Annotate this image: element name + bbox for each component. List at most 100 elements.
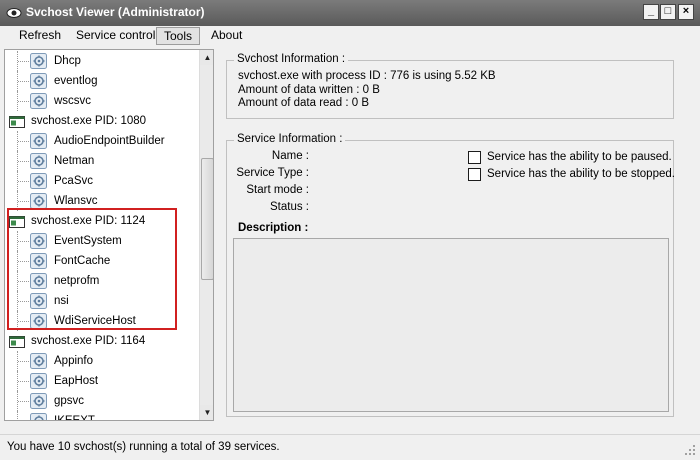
service-info-group: Service Information : Name : Service Typ…	[226, 133, 675, 417]
tree-service-node[interactable]: Appinfo	[5, 351, 199, 371]
tree-service-node[interactable]: Netman	[5, 151, 199, 171]
memory-usage-text: svchost.exe with process ID : 776 is usi…	[238, 70, 496, 82]
tree-connector	[18, 361, 29, 362]
tree-connector	[18, 401, 29, 402]
tree-connector	[17, 411, 18, 420]
description-label: Description :	[238, 222, 309, 234]
tree-host-label: svchost.exe PID: 1164	[31, 335, 146, 347]
svchost-info-group: Svchost Information : svchost.exe with p…	[226, 53, 674, 119]
close-button[interactable]: ×	[678, 4, 694, 20]
tree-connector	[18, 161, 29, 162]
tree-scrollbar[interactable]: ▲ ▼	[199, 50, 213, 420]
tree-service-node[interactable]: EventSystem	[5, 231, 199, 251]
tree-service-node[interactable]: Wlansvc	[5, 191, 199, 211]
service-gear-icon	[30, 293, 47, 309]
tree-items: Dhcp eventlog wscsvc svchost.exe PID: 1080 A…	[5, 50, 199, 420]
resize-grip-icon[interactable]	[684, 444, 696, 456]
tree-connector	[18, 301, 29, 302]
service-gear-icon	[30, 373, 47, 389]
service-info-legend: Service Information :	[234, 133, 346, 145]
start-mode-label: Start mode :	[246, 184, 309, 196]
service-gear-icon	[30, 273, 47, 289]
tree-connector	[18, 61, 29, 62]
menu-tools[interactable]: Tools	[156, 27, 201, 45]
tree-host-node[interactable]: svchost.exe PID: 1124	[5, 211, 199, 231]
tree-service-node[interactable]: nsi	[5, 291, 199, 311]
service-gear-icon	[30, 233, 47, 249]
description-textarea[interactable]	[233, 238, 669, 412]
tree-service-label: EventSystem	[54, 235, 122, 247]
tree-connector	[18, 321, 29, 322]
data-read-text: Amount of data read : 0 B	[238, 97, 370, 109]
menu-bar: Refresh Service control Tools About	[0, 26, 700, 46]
tree-connector	[18, 241, 29, 242]
checkbox-box[interactable]	[468, 168, 481, 181]
status-label: Status :	[270, 201, 309, 213]
service-type-label: Service Type :	[236, 167, 309, 179]
tree-host-node[interactable]: svchost.exe PID: 1080	[5, 111, 199, 131]
service-gear-icon	[30, 173, 47, 189]
scroll-up-arrow-icon[interactable]: ▲	[200, 50, 213, 65]
tree-service-node[interactable]: netprofm	[5, 271, 199, 291]
tree-connector	[18, 381, 29, 382]
service-gear-icon	[30, 73, 47, 89]
checkbox-box[interactable]	[468, 151, 481, 164]
tree-connector	[18, 281, 29, 282]
tree-service-node[interactable]: Dhcp	[5, 51, 199, 71]
service-gear-icon	[30, 413, 47, 420]
data-written-text: Amount of data written : 0 B	[238, 84, 380, 96]
tree-host-node[interactable]: svchost.exe PID: 1164	[5, 331, 199, 351]
tree-service-label: AudioEndpointBuilder	[54, 135, 165, 147]
stop-ability-label: Service has the ability to be stopped.	[487, 168, 675, 180]
tree-service-node[interactable]: EapHost	[5, 371, 199, 391]
tree-service-label: Netman	[54, 155, 95, 167]
service-tree[interactable]: Dhcp eventlog wscsvc svchost.exe PID: 1080 A…	[4, 49, 214, 421]
title-bar: Svchost Viewer (Administrator) _ □ ×	[0, 0, 700, 26]
tree-service-label: wscsvc	[54, 95, 92, 107]
menu-refresh[interactable]: Refresh	[12, 27, 68, 45]
service-gear-icon	[30, 253, 47, 269]
tree-connector	[18, 101, 29, 102]
service-gear-icon	[30, 393, 47, 409]
tree-connector	[18, 81, 29, 82]
menu-about[interactable]: About	[204, 27, 249, 45]
tree-service-node[interactable]: FontCache	[5, 251, 199, 271]
tree-connector	[18, 141, 29, 142]
service-gear-icon	[30, 133, 47, 149]
tree-service-label: WdiServiceHost	[54, 315, 136, 327]
tree-service-node[interactable]: AudioEndpointBuilder	[5, 131, 199, 151]
service-gear-icon	[30, 93, 47, 109]
window-title: Svchost Viewer (Administrator)	[26, 5, 205, 19]
service-gear-icon	[30, 313, 47, 329]
tree-service-label: netprofm	[54, 275, 100, 287]
maximize-button[interactable]: □	[660, 4, 676, 20]
tree-service-label: Dhcp	[54, 55, 81, 67]
tree-host-label: svchost.exe PID: 1124	[31, 215, 146, 227]
status-text: You have 10 svchost(s) running a total o…	[7, 441, 280, 453]
tree-host-label: svchost.exe PID: 1080	[31, 115, 147, 127]
scroll-thumb[interactable]	[201, 158, 213, 280]
menu-service-control[interactable]: Service control	[69, 27, 162, 45]
service-gear-icon	[30, 193, 47, 209]
service-gear-icon	[30, 153, 47, 169]
tree-service-node[interactable]: gpsvc	[5, 391, 199, 411]
minimize-button[interactable]: _	[643, 4, 659, 20]
service-gear-icon	[30, 53, 47, 69]
pause-ability-label: Service has the ability to be paused.	[487, 151, 672, 163]
tree-service-node[interactable]: wscsvc	[5, 91, 199, 111]
tree-service-label: PcaSvc	[54, 175, 93, 187]
tree-service-label: nsi	[54, 295, 69, 307]
tree-connector	[18, 181, 29, 182]
tree-service-label: IKEEXT	[54, 411, 95, 420]
tree-service-node[interactable]: WdiServiceHost	[5, 311, 199, 331]
eye-icon	[6, 8, 22, 18]
status-bar: You have 10 svchost(s) running a total o…	[0, 434, 700, 460]
tree-service-node[interactable]: PcaSvc	[5, 171, 199, 191]
svchost-process-icon	[9, 115, 25, 128]
scroll-down-arrow-icon[interactable]: ▼	[200, 405, 213, 420]
tree-service-node[interactable]: eventlog	[5, 71, 199, 91]
tree-service-node[interactable]: IKEEXT	[5, 411, 199, 420]
tree-service-label: FontCache	[54, 255, 111, 267]
service-name-label: Name :	[271, 150, 309, 162]
tree-connector	[18, 201, 29, 202]
